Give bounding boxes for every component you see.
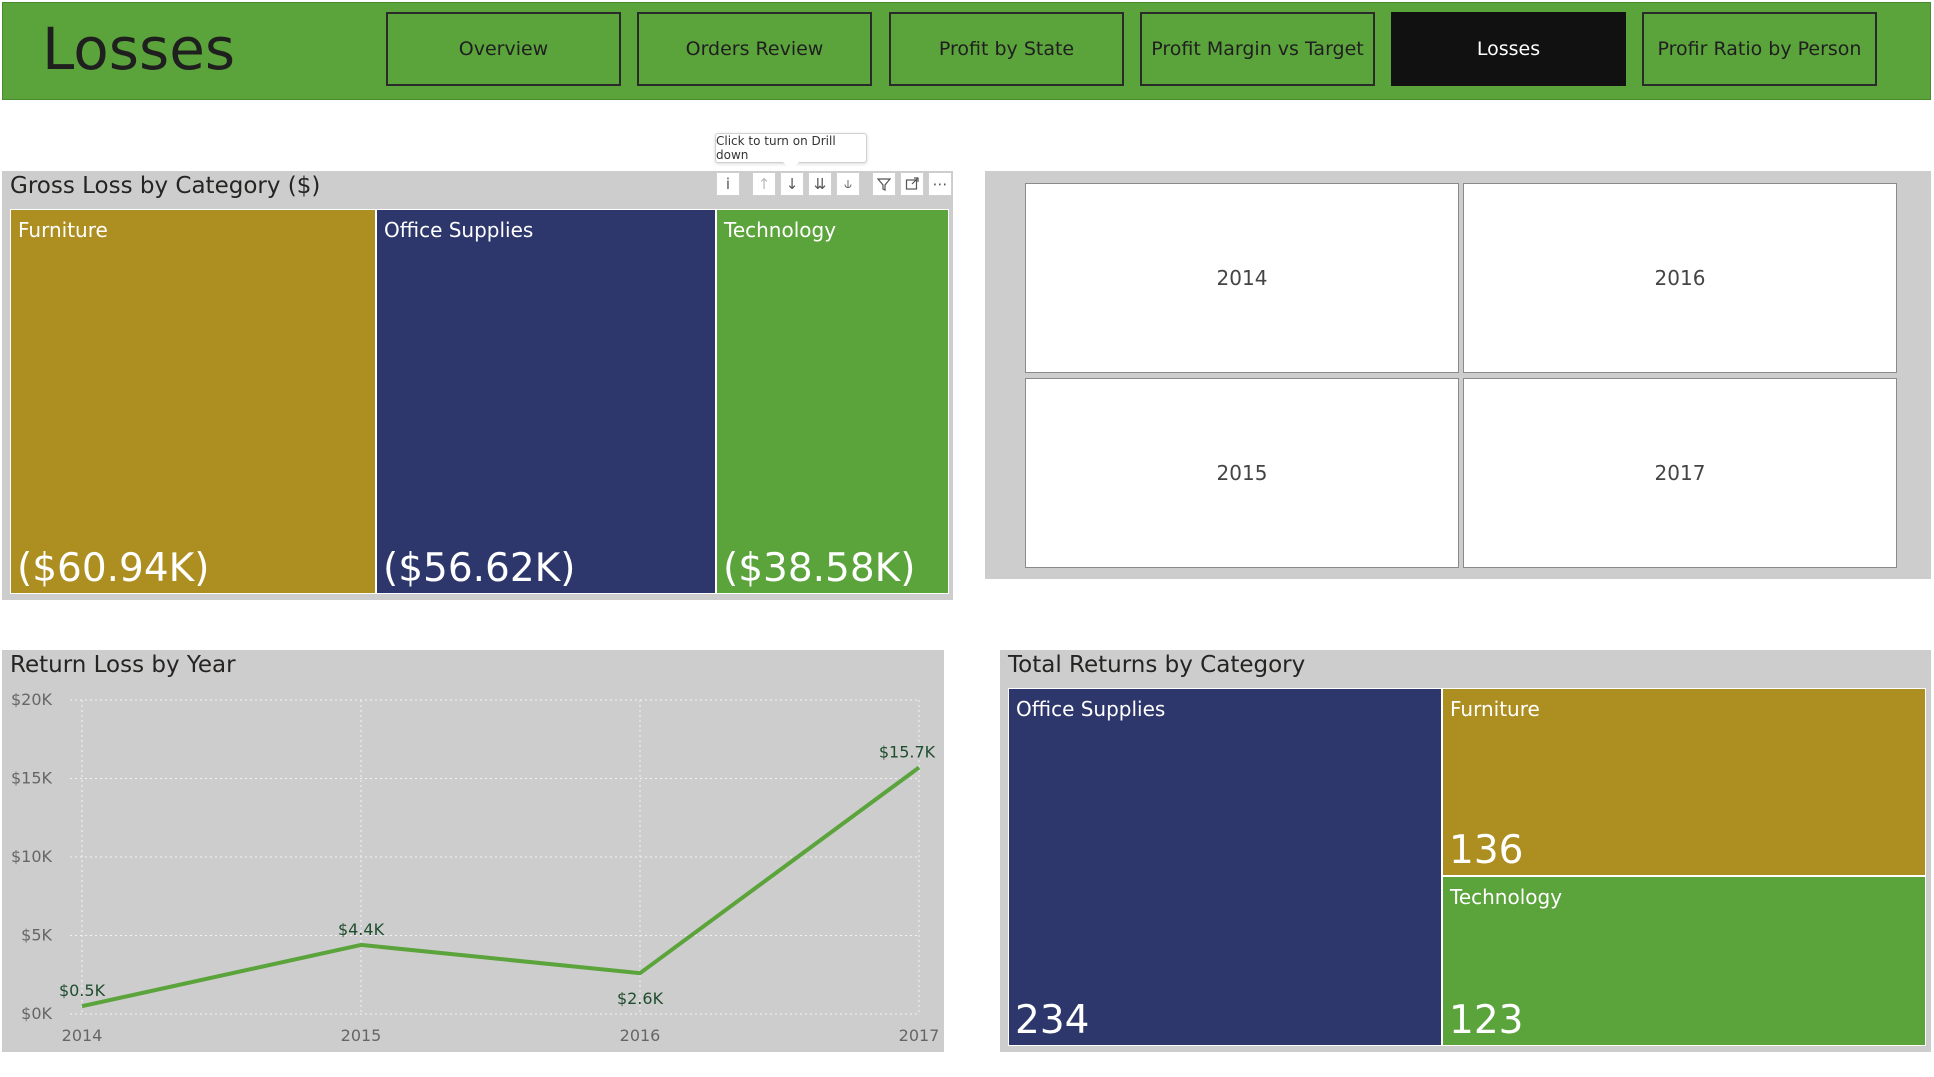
drill-down-tooltip: Click to turn on Drill down [715, 133, 867, 163]
year-tile-2014[interactable]: 2014 [1025, 183, 1459, 373]
treemap-tile-office-supplies[interactable]: Office Supplies 234 [1008, 688, 1442, 1046]
y-tick-label: $15K [11, 769, 53, 788]
total-returns-title: Total Returns by Category [1008, 652, 1306, 678]
drill-up-icon[interactable]: ↑ [752, 172, 776, 196]
treemap-tile-technology[interactable]: Technology ($38.58K) [716, 209, 949, 594]
x-tick-label: 2017 [899, 1026, 940, 1045]
drill-down-icon[interactable]: ↓ [780, 172, 804, 196]
y-tick-label: $5K [21, 926, 52, 945]
tile-label: Furniture [18, 218, 108, 242]
tile-value: 234 [1015, 998, 1090, 1043]
expand-hierarchy-icon[interactable]: ⫝ [836, 172, 860, 196]
tile-value: ($56.62K) [383, 546, 576, 591]
nav-button-orders-review[interactable]: Orders Review [637, 12, 872, 86]
year-tile-2015[interactable]: 2015 [1025, 378, 1459, 568]
x-tick-label: 2015 [341, 1026, 382, 1045]
return-loss-line-chart[interactable]: $0K $5K $10K $15K $20K 2014 2015 2016 2017 $0.5K $… [2, 650, 944, 1052]
tile-label: Office Supplies [384, 218, 534, 242]
tile-label: Technology [724, 218, 837, 242]
info-icon[interactable]: i [716, 172, 740, 196]
return-loss-panel: Return Loss by Year $0K $5K $10K $15K $20K 20… [2, 650, 944, 1052]
focus-mode-icon[interactable] [900, 172, 924, 196]
page-title: Losses [42, 15, 236, 83]
treemap-tile-furniture[interactable]: Furniture ($60.94K) [10, 209, 376, 594]
x-tick-label: 2014 [62, 1026, 103, 1045]
data-label: $2.6K [617, 989, 664, 1008]
nav-button-profit-ratio-by-person[interactable]: Profir Ratio by Person [1642, 12, 1877, 86]
tile-value: 136 [1449, 828, 1524, 873]
treemap-tile-furniture[interactable]: Furniture 136 [1442, 688, 1926, 876]
y-tick-label: $10K [11, 847, 53, 866]
filter-icon[interactable] [872, 172, 896, 196]
nav-button-profit-by-state[interactable]: Profit by State [889, 12, 1124, 86]
data-label: $0.5K [59, 981, 106, 1000]
series-line [81, 765, 921, 1009]
year-tile-2017[interactable]: 2017 [1463, 378, 1897, 568]
tooltip-arrow [783, 162, 799, 170]
tile-label: Technology [1450, 885, 1563, 909]
tile-label: Office Supplies [1016, 697, 1166, 721]
gross-loss-title: Gross Loss by Category ($) [10, 173, 321, 199]
total-returns-panel: Total Returns by Category Office Supplie… [1000, 650, 1931, 1052]
year-slicer-panel: 2014 2016 2015 2017 [985, 171, 1931, 579]
x-tick-label: 2016 [620, 1026, 661, 1045]
tile-value: ($38.58K) [723, 546, 916, 591]
expand-all-icon[interactable]: ⇊ [808, 172, 832, 196]
data-label: $4.4K [338, 920, 385, 939]
tile-label: Furniture [1450, 697, 1540, 721]
nav-button-losses[interactable]: Losses [1391, 12, 1626, 86]
y-tick-label: $20K [11, 690, 53, 709]
treemap-tile-technology[interactable]: Technology 123 [1442, 876, 1926, 1046]
tile-value: ($60.94K) [17, 546, 210, 591]
tile-value: 123 [1449, 998, 1524, 1043]
y-tick-label: $0K [21, 1004, 52, 1023]
gross-loss-panel: Gross Loss by Category ($) Furniture ($6… [2, 171, 953, 600]
year-tile-2016[interactable]: 2016 [1463, 183, 1897, 373]
data-label: $15.7K [879, 743, 936, 762]
nav-button-profit-margin-vs-target[interactable]: Profit Margin vs Target [1140, 12, 1375, 86]
treemap-tile-office-supplies[interactable]: Office Supplies ($56.62K) [376, 209, 716, 594]
more-options-icon[interactable]: ⋯ [928, 172, 952, 196]
nav-button-overview[interactable]: Overview [386, 12, 621, 86]
